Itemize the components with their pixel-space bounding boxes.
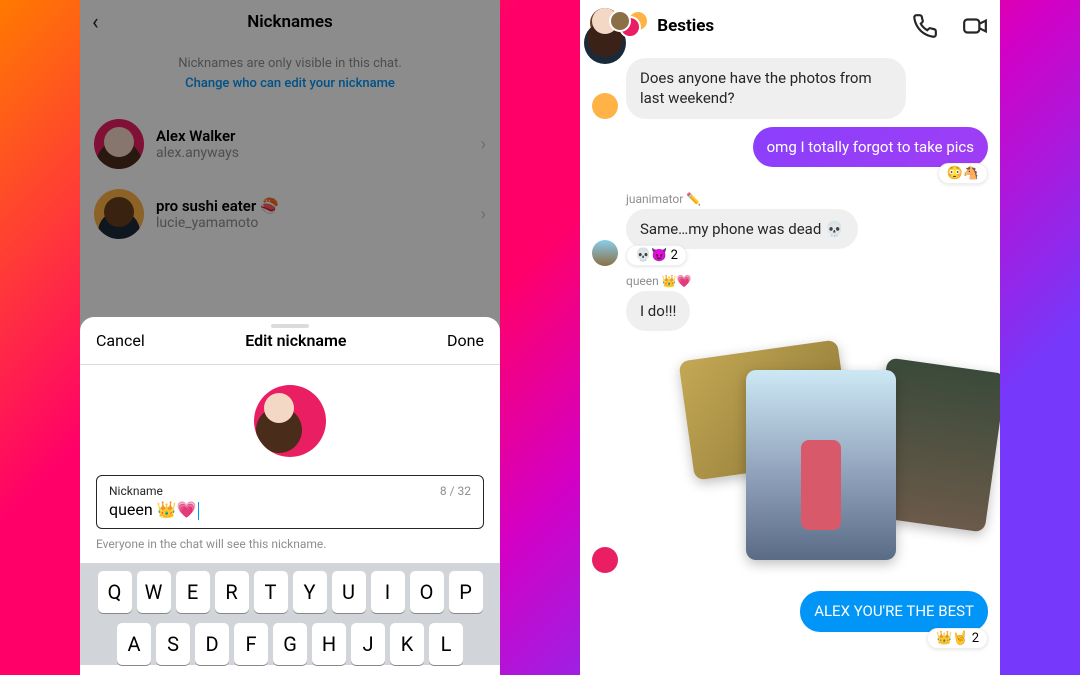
message-row: I do!!! [592,291,988,331]
keyboard-key[interactable]: J [351,623,385,665]
keyboard-key[interactable]: L [429,623,463,665]
chat-header: ‹ Besties [580,0,1000,52]
sheet-header: Cancel Edit nickname Done [80,317,500,365]
message-bubble[interactable]: Same…my phone was dead 💀 [626,209,858,249]
group-avatars[interactable] [609,10,647,42]
text-cursor [198,502,200,520]
message-bubble[interactable]: I do!!! [626,291,690,331]
input-label: Nickname [109,484,471,498]
keyboard-key[interactable]: P [449,571,483,613]
message-row: ALEX YOU'RE THE BEST 👑🤘 2 [592,591,988,648]
sheet-title: Edit nickname [245,331,346,350]
message-bubble[interactable]: ALEX YOU'RE THE BEST [800,591,988,631]
keyboard-key[interactable]: E [176,571,210,613]
keyboard-key[interactable]: O [410,571,444,613]
message-row [592,339,988,583]
keyboard-key[interactable]: A [117,623,151,665]
keyboard-key[interactable]: I [371,571,405,613]
keyboard-key[interactable]: R [215,571,249,613]
avatar-large [254,385,326,457]
field-hint: Everyone in the chat will see this nickn… [96,537,484,551]
keyboard-key[interactable]: Y [293,571,327,613]
message-row: Does anyone have the photos from last we… [592,58,988,119]
sender-label: juanimator ✏️ [626,192,988,206]
avatar[interactable] [592,93,618,119]
message-bubble[interactable]: Does anyone have the photos from last we… [626,58,906,119]
keyboard-key[interactable]: T [254,571,288,613]
keyboard: QWERTYUIOP ASDFGHJKL [80,563,500,665]
keyboard-key[interactable]: W [137,571,171,613]
done-button[interactable]: Done [447,331,484,350]
avatar[interactable] [592,240,618,266]
nickname-input[interactable]: Nickname 8 / 32 queen 👑💗 [96,475,484,529]
keyboard-row: QWERTYUIOP [84,571,496,613]
keyboard-row: ASDFGHJKL [84,623,496,665]
keyboard-key[interactable]: H [312,623,346,665]
message-row: omg I totally forgot to take pics 😳🐴 [592,127,988,184]
keyboard-key[interactable]: U [332,571,366,613]
keyboard-key[interactable]: K [390,623,424,665]
sender-label: queen 👑💗 [626,274,988,288]
reaction-pill[interactable]: 💀😈 2 [626,245,687,266]
input-value: queen 👑💗 [109,500,471,520]
chat-title[interactable]: Besties [657,16,888,36]
phone-call-icon[interactable] [912,13,938,39]
messages-list[interactable]: Does anyone have the photos from last we… [580,52,1000,663]
reaction-pill[interactable]: 😳🐴 [938,163,988,184]
keyboard-key[interactable]: D [195,623,229,665]
video-call-icon[interactable] [962,13,988,39]
phone-chat-screen: ‹ Besties Does anyone have the photos fr… [580,0,1000,675]
avatar[interactable] [592,547,618,573]
keyboard-key[interactable]: Q [98,571,132,613]
keyboard-key[interactable]: G [273,623,307,665]
sheet-body: Nickname 8 / 32 queen 👑💗 Everyone in the… [80,365,500,563]
keyboard-key[interactable]: F [234,623,268,665]
keyboard-key[interactable]: S [156,623,190,665]
cancel-button[interactable]: Cancel [96,331,145,350]
message-row: Same…my phone was dead 💀 💀😈 2 [592,209,988,266]
char-counter: 8 / 32 [440,484,471,498]
reaction-pill[interactable]: 👑🤘 2 [927,628,988,649]
phone-nicknames-screen: ‹ Nicknames Nicknames are only visible i… [80,0,500,675]
photo-thumbnail[interactable] [746,370,896,560]
message-bubble[interactable]: omg I totally forgot to take pics [753,127,988,167]
edit-nickname-sheet: Cancel Edit nickname Done Nickname 8 / 3… [80,317,500,675]
